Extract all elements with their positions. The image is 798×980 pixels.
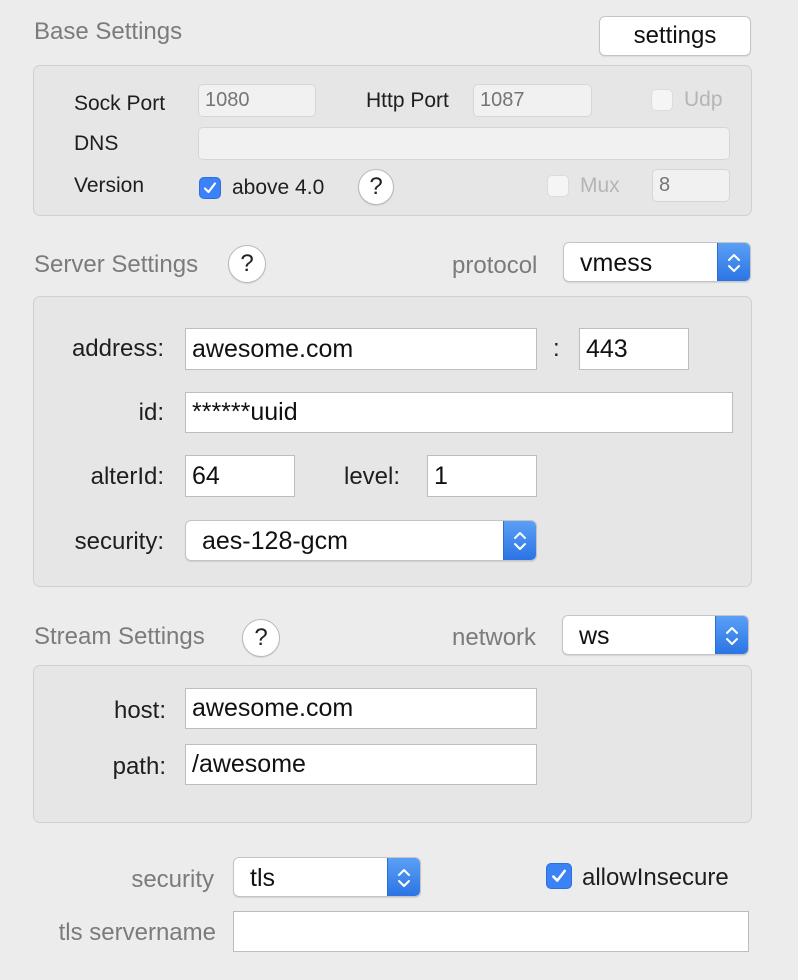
udp-checkbox[interactable] <box>651 89 673 111</box>
tls-security-label: security <box>131 866 214 893</box>
tls-security-select-value: tls <box>250 864 275 892</box>
port-field[interactable] <box>579 328 689 370</box>
stream-settings-title: Stream Settings <box>34 623 205 650</box>
address-port-separator: : <box>553 335 560 362</box>
popup-arrows-icon <box>715 616 748 654</box>
network-select[interactable]: ws <box>562 615 749 655</box>
checkmark-icon <box>552 869 566 882</box>
security-select[interactable]: aes-128-gcm <box>185 520 537 561</box>
tls-servername-label: tls servername <box>58 919 216 946</box>
allow-insecure-checkbox[interactable] <box>546 863 572 889</box>
path-field[interactable] <box>185 744 537 785</box>
host-label: host: <box>113 697 166 724</box>
version-help-button[interactable]: ? <box>358 169 394 205</box>
sock-port-field[interactable] <box>198 84 316 117</box>
mux-checkbox[interactable] <box>547 175 569 197</box>
alterid-label: alterId: <box>90 463 164 490</box>
popup-arrows-icon <box>503 521 536 560</box>
popup-arrows-icon <box>717 243 750 281</box>
above-4-label: above 4.0 <box>232 176 325 199</box>
checkmark-icon <box>203 182 217 194</box>
udp-label: Udp <box>684 88 723 111</box>
network-label: network <box>452 624 537 651</box>
security-select-value: aes-128-gcm <box>202 527 348 555</box>
protocol-label: protocol <box>452 252 538 279</box>
allow-insecure-label: allowInsecure <box>582 864 729 891</box>
protocol-select[interactable]: vmess <box>563 242 751 282</box>
settings-button[interactable]: settings <box>599 16 751 56</box>
server-settings-title: Server Settings <box>34 251 199 278</box>
above-4-checkbox[interactable] <box>199 177 221 199</box>
network-select-value: ws <box>579 622 610 650</box>
address-label: address: <box>71 335 164 362</box>
http-port-label: Http Port <box>366 89 449 112</box>
sock-port-label: Sock Port <box>74 92 166 115</box>
server-help-button[interactable]: ? <box>228 245 266 283</box>
protocol-select-value: vmess <box>580 249 653 277</box>
id-label: id: <box>138 399 164 426</box>
level-label: level: <box>344 463 401 490</box>
path-label: path: <box>112 753 166 780</box>
host-field[interactable] <box>185 688 537 729</box>
alterid-field[interactable] <box>185 455 295 497</box>
dns-label: DNS <box>74 132 119 155</box>
version-label: Version <box>74 174 145 197</box>
stream-help-button[interactable]: ? <box>242 619 280 657</box>
mux-concurrency-field[interactable] <box>652 169 730 202</box>
base-settings-title: Base Settings <box>34 18 183 45</box>
mux-label: Mux <box>580 174 620 197</box>
tls-servername-field[interactable] <box>233 911 749 952</box>
popup-arrows-icon <box>387 858 420 896</box>
address-field[interactable] <box>185 328 537 370</box>
tls-security-select[interactable]: tls <box>233 857 421 897</box>
security-label: security: <box>74 528 164 555</box>
level-field[interactable] <box>427 455 537 497</box>
dns-field[interactable] <box>198 127 730 160</box>
id-field[interactable] <box>185 392 733 433</box>
http-port-field[interactable] <box>473 84 592 117</box>
